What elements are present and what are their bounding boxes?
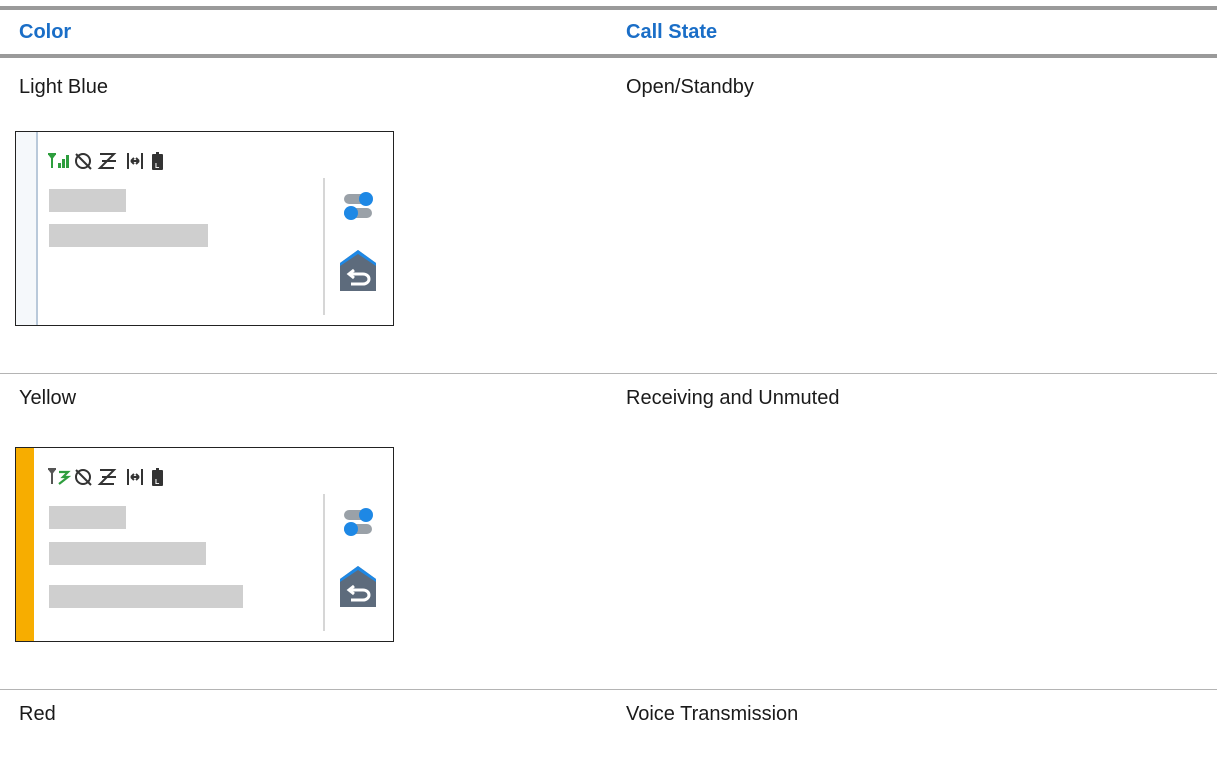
radio-screen-yellow: L xyxy=(15,447,394,642)
status-bar: L xyxy=(46,464,196,488)
vertical-separator xyxy=(323,494,325,631)
receiving-signal-icon xyxy=(48,468,72,485)
placeholder-line-1 xyxy=(49,189,126,212)
back-home-icon xyxy=(340,250,376,291)
back-home-button[interactable] xyxy=(338,561,378,611)
svg-text:L: L xyxy=(155,479,160,486)
talkaround-icon xyxy=(97,469,117,485)
battery-low-icon: L xyxy=(152,152,163,170)
row-1-call-state: Open/Standby xyxy=(626,76,754,98)
radio-screen-light-blue: L xyxy=(15,131,394,326)
placeholder-line-1 xyxy=(49,506,126,529)
row-2-color: Yellow xyxy=(19,387,77,409)
talkaround-icon xyxy=(97,153,117,169)
row-3-call-state: Voice Transmission xyxy=(626,703,799,725)
toggle-icon xyxy=(344,508,373,536)
toggle-button[interactable] xyxy=(342,503,376,539)
call-state-indicator-light-blue xyxy=(16,132,38,325)
scan-off-icon xyxy=(75,469,92,486)
row-2-call-state: Receiving and Unmuted xyxy=(626,387,840,409)
column-header-color: Color xyxy=(19,21,72,43)
svg-text:L: L xyxy=(155,163,160,170)
channel-spacing-icon xyxy=(127,469,143,485)
row-1-color: Light Blue xyxy=(19,76,108,98)
column-header-call-state: Call State xyxy=(626,21,718,43)
signal-strength-icon xyxy=(48,153,69,168)
placeholder-line-2 xyxy=(49,542,206,565)
header-rule xyxy=(0,54,1217,58)
back-home-button[interactable] xyxy=(338,245,378,295)
scan-off-icon xyxy=(75,153,92,170)
call-state-indicator-yellow xyxy=(16,448,34,641)
table-top-rule xyxy=(0,6,1217,10)
toggle-icon xyxy=(344,192,373,220)
channel-spacing-icon xyxy=(127,153,143,169)
row-rule-1 xyxy=(0,373,1217,374)
battery-low-icon: L xyxy=(152,468,163,486)
status-bar: L xyxy=(46,148,196,172)
placeholder-line-3 xyxy=(49,585,243,608)
row-rule-2 xyxy=(0,689,1217,690)
vertical-separator xyxy=(323,178,325,315)
back-home-icon xyxy=(340,566,376,607)
row-3-color: Red xyxy=(19,703,56,725)
placeholder-line-2 xyxy=(49,224,208,247)
toggle-button[interactable] xyxy=(342,187,376,223)
